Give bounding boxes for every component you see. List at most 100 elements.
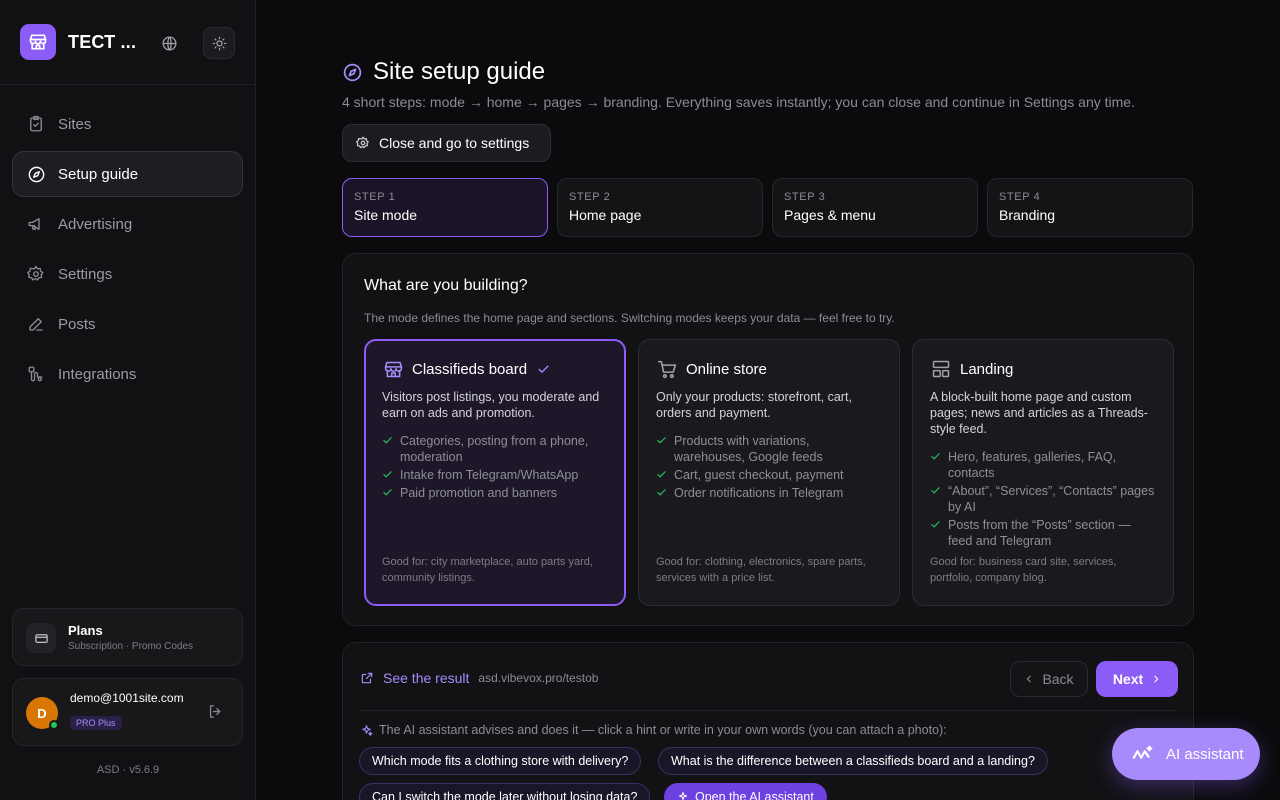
tab-step-3[interactable]: STEP 3 Pages & menu (772, 178, 978, 237)
next-button[interactable]: Next (1096, 661, 1178, 697)
user-email: demo@1001site.com (70, 691, 184, 705)
feature-text: Products with variations, warehouses, Go… (674, 434, 823, 464)
feature-list: Products with variations, warehouses, Go… (656, 433, 882, 501)
hint-text: What is the difference between a classif… (671, 754, 1035, 768)
list-item: Intake from Telegram/WhatsApp (382, 467, 608, 483)
mode-title: Landing (960, 360, 1014, 378)
sidebar-item-label: Advertising (58, 215, 133, 233)
list-item: Hero, features, galleries, FAQ, contacts (930, 449, 1156, 481)
check-icon (657, 489, 666, 496)
close-and-go-to-settings-button[interactable]: Close and go to settings (342, 124, 551, 162)
sidebar-item-label: Posts (58, 315, 96, 333)
check-icon (931, 453, 940, 460)
list-item: Paid promotion and banners (382, 485, 608, 501)
divider (360, 710, 1176, 711)
hint-chip[interactable]: Which mode fits a clothing store with de… (359, 747, 642, 775)
online-status-dot (49, 720, 59, 730)
sidebar-item-label: Sites (58, 115, 92, 133)
plans-card[interactable]: Plans Subscription · Promo Codes (12, 608, 243, 666)
ai-tip: The AI assistant advises and does it — c… (360, 723, 947, 737)
ai-tip-text: The AI assistant advises and does it — c… (379, 723, 947, 737)
page-subtitle: 4 short steps: mode → home → pages → bra… (342, 94, 1135, 110)
panel-description: The mode defines the home page and secti… (364, 311, 895, 325)
check-icon (383, 437, 392, 444)
sidebar-item-label: Integrations (58, 365, 137, 383)
step-number: STEP 3 (784, 191, 826, 203)
sidebar: ТЕСТ ... Sites Setup guide Advertising S… (0, 0, 256, 800)
logout-icon[interactable] (207, 703, 225, 721)
list-item: Products with variations, warehouses, Go… (656, 433, 882, 465)
chevron-left-icon (1027, 675, 1032, 683)
mode-card-classifieds-board[interactable]: Classifieds board Visitors post listings… (364, 339, 626, 606)
mode-description: A block-built home page and custom pages… (930, 390, 1148, 436)
good-for-text: Good for: business card site, services, … (930, 556, 1117, 584)
store-logo-icon[interactable] (20, 24, 56, 60)
check-icon (657, 471, 666, 478)
sidebar-header: ТЕСТ ... (0, 0, 255, 85)
step-tabs: STEP 1 Site mode STEP 2 Home page STEP 3… (342, 178, 1193, 237)
check-icon (657, 437, 666, 444)
step-number: STEP 2 (569, 191, 611, 203)
mode-card-online-store[interactable]: Online store Only your products: storefr… (638, 339, 900, 606)
sidebar-item-label: Setup guide (58, 165, 139, 183)
gear-icon (356, 136, 370, 150)
feature-text: Categories, posting from a phone, modera… (400, 434, 589, 464)
user-card: D demo@1001site.com PRO Plus (12, 678, 243, 746)
open-ai-assistant-chip[interactable]: Open the AI assistant (664, 783, 827, 800)
sidebar-item-integrations[interactable]: Integrations (12, 351, 243, 397)
sidebar-item-advertising[interactable]: Advertising (12, 201, 243, 247)
globe-icon[interactable] (153, 27, 185, 59)
compass-icon (26, 164, 46, 184)
feature-text: Order notifications in Telegram (674, 486, 844, 500)
list-item: Cart, guest checkout, payment (656, 467, 882, 483)
megaphone-icon (26, 214, 46, 234)
feature-text: “About”, “Services”, “Contacts” pages by… (948, 484, 1155, 514)
list-item: Categories, posting from a phone, modera… (382, 433, 608, 465)
hint-text: Can I switch the mode later without losi… (372, 790, 638, 800)
ai-assistant-button[interactable]: AI assistant (1112, 728, 1260, 780)
sidebar-nav: Sites Setup guide Advertising Settings P… (12, 101, 243, 401)
tab-step-2[interactable]: STEP 2 Home page (557, 178, 763, 237)
avatar[interactable]: D (26, 697, 59, 730)
mode-description: Visitors post listings, you moderate and… (382, 390, 600, 420)
sparkles-icon (679, 792, 687, 800)
feature-text: Paid promotion and banners (400, 486, 558, 500)
good-for-text: Good for: city marketplace, auto parts y… (382, 556, 593, 584)
main-content: Site setup guide 4 short steps: mode → h… (256, 0, 1280, 800)
external-link-icon (361, 672, 373, 684)
mode-title: Online store (686, 360, 767, 378)
theme-toggle-sun-icon[interactable] (203, 27, 235, 59)
step-label: Site mode (354, 207, 418, 223)
pencil-icon (26, 314, 46, 334)
clipboard-check-icon (26, 114, 46, 134)
plan-badge: PRO Plus (70, 716, 122, 730)
route-icon (26, 364, 46, 384)
back-button[interactable]: Back (1010, 661, 1088, 697)
hint-text: Open the AI assistant (695, 790, 814, 800)
storefront-icon (382, 358, 404, 380)
chevron-right-icon (1154, 675, 1159, 683)
tab-step-4[interactable]: STEP 4 Branding (987, 178, 1193, 237)
mode-title: Classifieds board (412, 360, 528, 378)
list-item: Order notifications in Telegram (656, 485, 882, 501)
plans-subtitle: Subscription · Promo Codes (68, 641, 194, 652)
panel-title: What are you building? (364, 277, 528, 294)
sidebar-item-setup-guide[interactable]: Setup guide (12, 151, 243, 197)
feature-list: Hero, features, galleries, FAQ, contacts… (930, 449, 1156, 549)
hint-chip[interactable]: What is the difference between a classif… (658, 747, 1048, 775)
see-result-link[interactable]: See the result asd.vibevox.pro/testob (360, 670, 598, 686)
good-for-text: Good for: clothing, electronics, spare p… (656, 556, 866, 584)
feature-text: Posts from the “Posts” section — feed an… (948, 518, 1131, 548)
hint-chip[interactable]: Can I switch the mode later without losi… (359, 783, 651, 800)
site-name[interactable]: ТЕСТ ... (68, 32, 136, 53)
feature-text: Cart, guest checkout, payment (674, 468, 844, 482)
check-icon (931, 487, 940, 494)
sidebar-item-sites[interactable]: Sites (12, 101, 243, 147)
page-title: Site setup guide (373, 58, 546, 85)
sidebar-item-posts[interactable]: Posts (12, 301, 243, 347)
tab-step-1[interactable]: STEP 1 Site mode (342, 178, 548, 237)
wizard-footer: See the result asd.vibevox.pro/testob Ba… (342, 642, 1194, 800)
hint-text: Which mode fits a clothing store with de… (372, 754, 629, 768)
sidebar-item-settings[interactable]: Settings (12, 251, 243, 297)
mode-card-landing[interactable]: Landing A block-built home page and cust… (912, 339, 1174, 606)
